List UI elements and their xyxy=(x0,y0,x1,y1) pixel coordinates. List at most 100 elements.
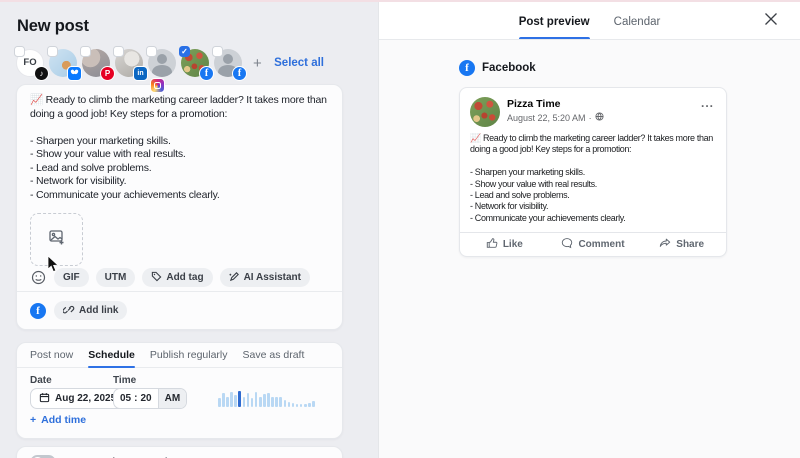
time-input[interactable]: 05 : 20 AM xyxy=(113,388,188,409)
select-all-link[interactable]: Select all xyxy=(274,57,324,69)
histogram-bar xyxy=(230,392,233,407)
histogram-bar xyxy=(246,393,250,407)
pinterest-badge-icon: P xyxy=(101,66,114,80)
meridiem-selector[interactable]: AM xyxy=(157,389,187,408)
date-input[interactable]: Aug 22, 2025 xyxy=(30,388,126,409)
gif-button[interactable]: GIF xyxy=(54,268,89,287)
histogram-bar xyxy=(263,394,266,407)
histogram-bar xyxy=(271,397,274,407)
tab-save-as-draft[interactable]: Save as draft xyxy=(243,343,305,367)
histogram-bar xyxy=(242,397,246,407)
facebook-post-preview: Pizza Time August 22, 5:20 AM · ... 📈 Re… xyxy=(459,87,727,258)
close-icon[interactable] xyxy=(762,11,780,29)
account-avatar-facebook-6[interactable]: f xyxy=(212,45,246,80)
approval-card: Post needs approval! Learn more xyxy=(16,446,343,458)
histogram-bar xyxy=(218,398,221,407)
scheduler-card: Post now Schedule Publish regularly Save… xyxy=(16,342,343,439)
network-label: Facebook xyxy=(482,62,536,74)
histogram-bar xyxy=(312,401,315,407)
post-text-editor[interactable]: 📈 Ready to climb the marketing career la… xyxy=(30,94,333,202)
page-name: Pizza Time xyxy=(507,98,561,110)
account-checkbox[interactable] xyxy=(47,45,58,57)
add-image-icon xyxy=(48,228,66,251)
tab-publish-regularly[interactable]: Publish regularly xyxy=(150,343,228,367)
histogram-bar xyxy=(275,397,278,407)
best-time-histogram xyxy=(218,390,316,407)
share-arrow-icon xyxy=(659,237,671,252)
tiktok-badge-icon: ♪ xyxy=(35,66,48,80)
histogram-bar xyxy=(267,393,270,407)
account-avatar-pinterest-2[interactable]: P xyxy=(80,45,114,80)
add-time-button[interactable]: + Add time xyxy=(30,414,86,426)
histogram-selected-bar xyxy=(238,391,242,407)
preview-tabs: Post preview Calendar xyxy=(518,0,661,39)
linkedin-badge-icon: in xyxy=(134,66,147,80)
instagram-badge-icon xyxy=(151,78,164,92)
composer-card: 📈 Ready to climb the marketing career la… xyxy=(16,84,343,330)
mouse-cursor-pointer xyxy=(47,256,59,273)
histogram-bar xyxy=(308,403,311,407)
post-preview-text: 📈 Ready to climb the marketing career la… xyxy=(470,133,713,223)
histogram-bar xyxy=(303,404,307,407)
tab-schedule[interactable]: Schedule xyxy=(88,343,135,368)
time-label: Time xyxy=(113,375,137,386)
network-row: f Facebook xyxy=(459,60,536,76)
tab-post-preview[interactable]: Post preview xyxy=(518,16,590,39)
globe-icon xyxy=(595,112,604,123)
tab-calendar[interactable]: Calendar xyxy=(614,16,661,39)
preview-panel: Post preview Calendar f Facebook Pizza T… xyxy=(378,0,800,458)
tag-icon xyxy=(151,271,162,285)
add-tag-button[interactable]: Add tag xyxy=(142,268,213,287)
page-avatar xyxy=(470,97,500,127)
emoji-picker-button[interactable] xyxy=(30,269,47,286)
link-icon xyxy=(62,303,75,318)
account-checkbox[interactable] xyxy=(14,45,25,57)
tab-post-now[interactable]: Post now xyxy=(30,343,73,367)
plus-icon: + xyxy=(30,414,37,426)
ai-assistant-button[interactable]: AI Assistant xyxy=(219,268,310,287)
histogram-bar xyxy=(291,403,295,407)
top-accent-bar xyxy=(0,0,800,2)
account-avatar-instagram-4[interactable] xyxy=(146,45,177,92)
add-account-button[interactable]: + xyxy=(253,56,262,71)
facebook-badge-icon: f xyxy=(233,66,246,80)
account-avatar-linkedin-3[interactable]: in xyxy=(113,45,147,80)
account-avatar-facebook-5[interactable]: ✓ f xyxy=(179,45,213,80)
histogram-bar xyxy=(222,393,225,407)
add-link-button[interactable]: Add link xyxy=(54,301,128,320)
account-checkbox[interactable] xyxy=(80,45,91,57)
histogram-bar xyxy=(226,397,229,407)
post-timestamp: August 22, 5:20 AM xyxy=(507,112,586,123)
facebook-badge-icon: f xyxy=(200,66,213,80)
facebook-icon: f xyxy=(30,302,46,319)
account-avatar-tiktok-0[interactable]: FO ♪ xyxy=(14,45,48,80)
post-actions: Like Comment Share xyxy=(460,232,726,256)
like-button[interactable]: Like xyxy=(460,233,549,256)
share-button[interactable]: Share xyxy=(637,233,726,256)
composer-panel: New post FO ♪ Pin ✓ f f + Select all 📈 Ready … xyxy=(0,0,378,458)
histogram-bar xyxy=(287,402,291,407)
bluesky-badge-icon xyxy=(68,66,81,80)
histogram-bar xyxy=(250,398,254,407)
account-checkbox[interactable] xyxy=(212,45,223,57)
comment-bubble-icon xyxy=(561,237,573,252)
histogram-bar xyxy=(258,397,262,407)
account-checkbox[interactable]: ✓ xyxy=(179,45,190,57)
post-header: Pizza Time August 22, 5:20 AM · ... xyxy=(460,88,726,130)
page-title: New post xyxy=(17,17,89,35)
histogram-bar xyxy=(234,395,237,407)
histogram-bar xyxy=(283,400,287,407)
account-avatar-list: FO ♪ Pin ✓ f f xyxy=(14,45,246,92)
post-options-menu[interactable]: ... xyxy=(699,97,716,109)
histogram-bar xyxy=(279,397,282,407)
time-separator: : xyxy=(134,393,138,404)
comment-button[interactable]: Comment xyxy=(549,233,638,256)
time-minute[interactable]: 20 xyxy=(140,393,151,404)
facebook-icon: f xyxy=(459,60,475,76)
time-hour[interactable]: 05 xyxy=(120,393,131,404)
account-checkbox[interactable] xyxy=(146,45,157,57)
account-checkbox[interactable] xyxy=(113,45,124,57)
account-avatar-bluesky-1[interactable] xyxy=(47,45,81,80)
utm-button[interactable]: UTM xyxy=(95,268,136,287)
preview-header: Post preview Calendar xyxy=(379,0,800,40)
